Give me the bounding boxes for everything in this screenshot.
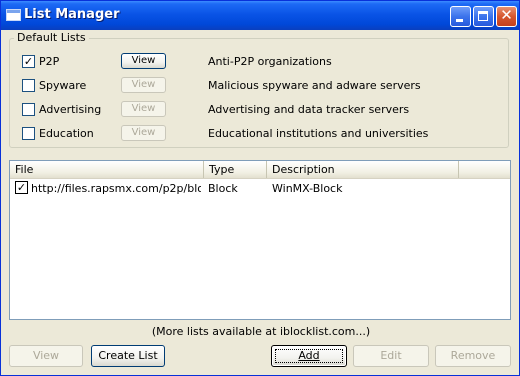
education-label[interactable]: Education xyxy=(39,127,94,141)
default-lists-label: Default Lists xyxy=(14,31,89,44)
p2p-label[interactable]: P2P xyxy=(39,55,59,69)
default-list-row-education: Education View Educational institutions … xyxy=(21,125,501,143)
file-list-row[interactable]: ✓ http://files.rapsmx.com/p2p/bloc... Bl… xyxy=(10,180,510,197)
file-row-description: WinMX-Block xyxy=(272,182,343,195)
default-list-row-p2p: ✓ P2P View Anti-P2P organizations xyxy=(21,53,501,71)
p2p-checkbox[interactable]: ✓ xyxy=(22,55,35,68)
add-button-label: Add xyxy=(298,349,320,362)
spyware-checkbox[interactable] xyxy=(22,79,35,92)
more-lists-link[interactable]: (More lists available at iblocklist.com.… xyxy=(1,325,519,339)
spyware-description: Malicious spyware and adware servers xyxy=(208,79,421,92)
remove-button[interactable]: Remove xyxy=(435,345,511,367)
column-header-file[interactable]: File xyxy=(10,161,204,178)
education-description: Educational institutions and universitie… xyxy=(208,127,429,140)
file-list-view[interactable]: File Type Description ✓ http://files.rap… xyxy=(9,160,511,320)
column-header-description[interactable]: Description xyxy=(267,161,459,178)
advertising-label[interactable]: Advertising xyxy=(39,103,101,117)
file-row-type: Block xyxy=(208,182,238,195)
close-icon: ✕ xyxy=(500,6,513,24)
spyware-label[interactable]: Spyware xyxy=(39,79,86,93)
file-row-url: http://files.rapsmx.com/p2p/bloc... xyxy=(31,182,201,195)
close-button[interactable]: ✕ xyxy=(496,6,517,27)
add-button[interactable]: Add xyxy=(271,345,347,367)
default-list-row-advertising: Advertising View Advertising and data tr… xyxy=(21,101,501,119)
education-view-button[interactable]: View xyxy=(121,125,166,141)
file-list-header: File Type Description xyxy=(10,161,510,179)
advertising-checkbox[interactable] xyxy=(22,103,35,116)
create-list-button[interactable]: Create List xyxy=(91,345,165,367)
list-manager-window: List Manager ✕ Default Lists ✓ P2P View … xyxy=(0,0,520,376)
p2p-description: Anti-P2P organizations xyxy=(208,55,332,68)
advertising-description: Advertising and data tracker servers xyxy=(208,103,410,116)
view-button[interactable]: View xyxy=(9,345,83,367)
edit-button[interactable]: Edit xyxy=(353,345,429,367)
education-checkbox[interactable] xyxy=(22,127,35,140)
window-title: List Manager xyxy=(24,7,120,22)
p2p-view-button[interactable]: View xyxy=(121,53,166,69)
minimize-button[interactable] xyxy=(450,6,471,27)
file-row-checkbox[interactable]: ✓ xyxy=(15,181,28,194)
default-list-row-spyware: Spyware View Malicious spyware and adwar… xyxy=(21,77,501,95)
column-header-filler xyxy=(459,161,510,178)
column-header-type[interactable]: Type xyxy=(204,161,267,178)
advertising-view-button[interactable]: View xyxy=(121,101,166,117)
maximize-button[interactable] xyxy=(473,6,494,27)
window-icon xyxy=(6,9,21,21)
spyware-view-button[interactable]: View xyxy=(121,77,166,93)
title-bar[interactable]: List Manager ✕ xyxy=(1,1,519,30)
